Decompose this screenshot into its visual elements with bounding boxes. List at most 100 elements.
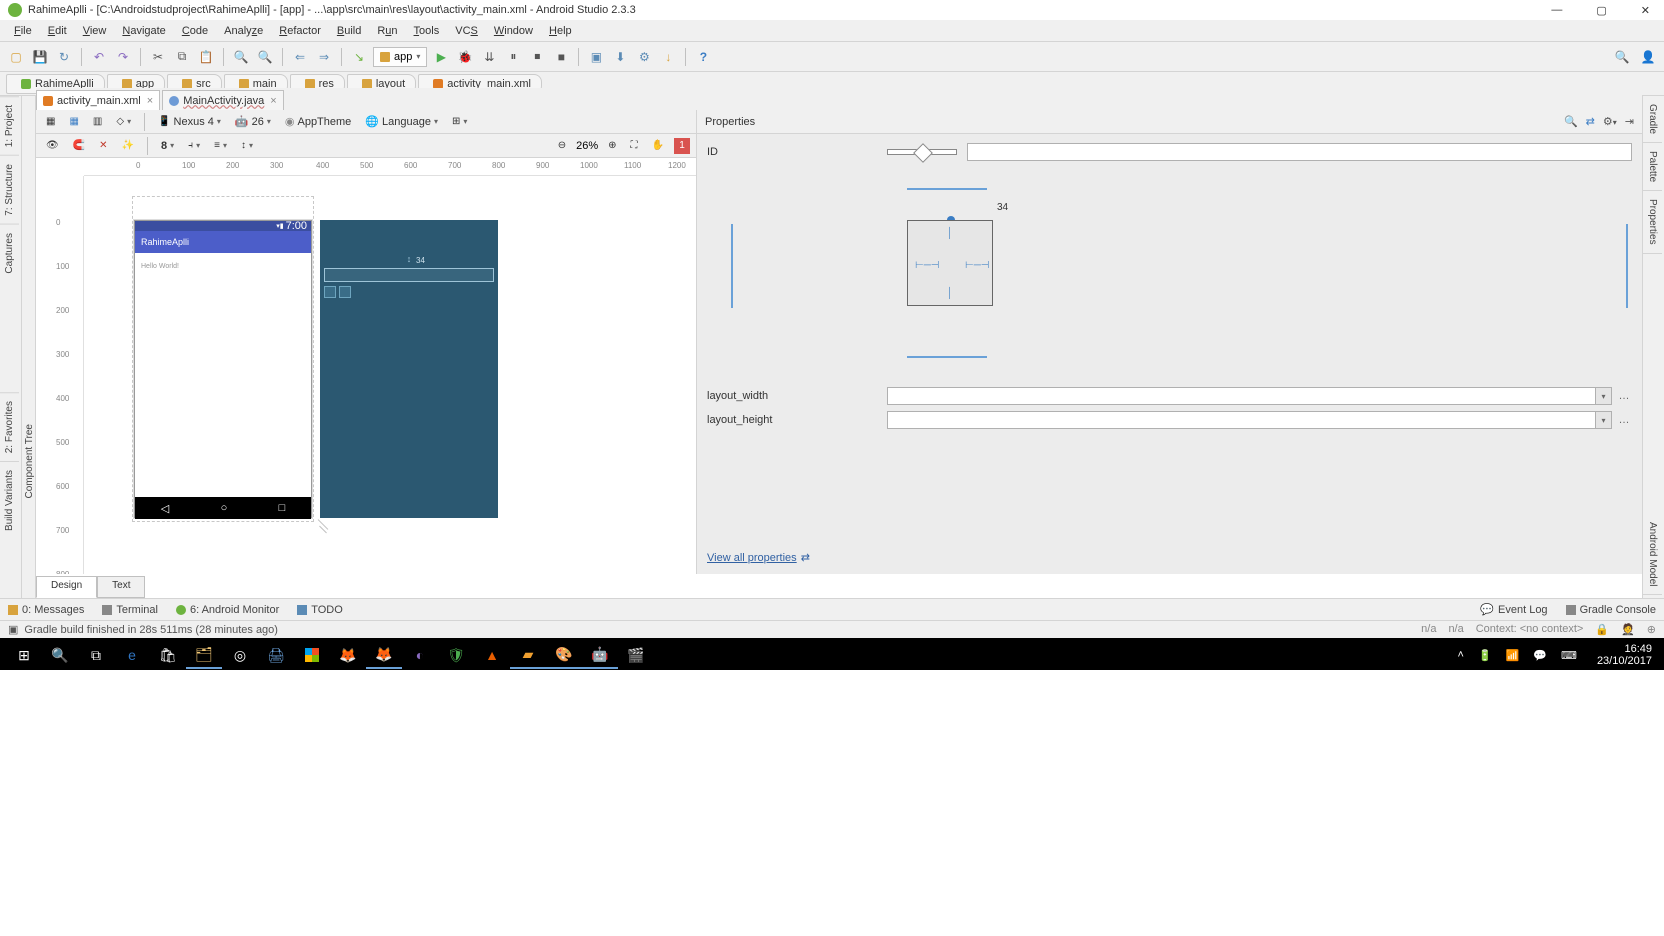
variant-icon[interactable]: ⊞▾ [448, 116, 471, 127]
menu-help[interactable]: Help [541, 23, 580, 39]
android-monitor-tool[interactable]: 6: Android Monitor [176, 604, 279, 616]
favorites-tool-tab[interactable]: 2: Favorites [0, 392, 19, 461]
color-wheel-icon[interactable]: 🎨 [546, 641, 582, 669]
align-icon[interactable]: ≡▾ [210, 140, 231, 151]
fit-icon[interactable]: ⛶ [627, 140, 642, 151]
make-icon[interactable]: ↘ [349, 47, 369, 67]
prop-collapse-icon[interactable]: ⇥ [1625, 115, 1634, 128]
captures-tool-tab[interactable]: Captures [0, 224, 19, 282]
layout-width-dropdown[interactable]: ▾ [1596, 387, 1612, 405]
layout-width-input[interactable] [887, 387, 1596, 405]
warning-badge[interactable]: 1 [674, 138, 690, 154]
edge-icon[interactable]: e [114, 641, 150, 669]
store-icon[interactable]: 🛍 [150, 641, 186, 669]
close-button[interactable]: ✕ [1635, 4, 1656, 17]
language-select[interactable]: 🌐Language▾ [361, 115, 442, 128]
resize-handle[interactable] [316, 520, 330, 534]
run-icon[interactable]: ▶ [431, 47, 451, 67]
api-select[interactable]: 🤖26▾ [231, 115, 275, 128]
menu-run[interactable]: Run [369, 23, 405, 39]
save-icon[interactable]: 💾 [30, 47, 50, 67]
help-icon[interactable]: ? [693, 47, 713, 67]
layout-height-dropdown[interactable]: ▾ [1596, 411, 1612, 429]
shield-icon[interactable]: 🛡 [438, 641, 474, 669]
printer-icon[interactable]: 🖨 [258, 641, 294, 669]
default-margin[interactable]: 8▾ [157, 140, 178, 152]
sync-gradle-icon[interactable]: ↓ [658, 47, 678, 67]
terminal-tool[interactable]: Terminal [102, 604, 158, 616]
tab-design[interactable]: Design [36, 576, 97, 598]
blueprint-view-icon[interactable]: ▥ [89, 116, 106, 127]
firefox-icon[interactable]: 🦊 [366, 641, 402, 669]
volume-icon[interactable]: 💬 [1533, 649, 1547, 662]
zoom-in-icon[interactable]: ⊕ [604, 140, 620, 151]
orientation-icon[interactable]: ◇▾ [112, 116, 135, 127]
constraint-widget[interactable]: 34 │ │ ⊢─⊣ ⊢─⊣ [707, 164, 1632, 364]
undo-icon[interactable]: ↶ [89, 47, 109, 67]
keyboard-icon[interactable]: ⌨ [1561, 649, 1577, 662]
battery-icon[interactable]: 🔋 [1478, 649, 1492, 662]
close-tab-icon[interactable]: × [147, 95, 153, 107]
menu-edit[interactable]: Edit [40, 23, 75, 39]
design-view-icon[interactable]: ▦ [65, 116, 82, 127]
sdk-icon[interactable]: ⬇ [610, 47, 630, 67]
more-icon[interactable]: … [1616, 414, 1632, 426]
menu-refactor[interactable]: Refactor [271, 23, 329, 39]
find-icon[interactable]: 🔍 [231, 47, 251, 67]
maximize-button[interactable]: ▢ [1590, 4, 1612, 17]
id-input[interactable] [967, 143, 1632, 161]
action-2-icon[interactable] [339, 286, 351, 298]
magnet-icon[interactable]: 🧲 [69, 140, 89, 151]
menu-file[interactable]: File [6, 23, 40, 39]
paste-icon[interactable]: 📋 [196, 47, 216, 67]
action-1-icon[interactable] [324, 286, 336, 298]
sync-icon[interactable]: ↻ [54, 47, 74, 67]
wifi-icon[interactable]: 📶 [1506, 649, 1520, 662]
redo-icon[interactable]: ↷ [113, 47, 133, 67]
messages-tool[interactable]: 0: Messages [8, 604, 84, 616]
feedback-icon[interactable]: ⊕ [1647, 623, 1656, 636]
android-studio-icon[interactable]: 🤖 [582, 641, 618, 669]
menu-navigate[interactable]: Navigate [114, 23, 173, 39]
stop2-icon[interactable]: ■ [551, 47, 571, 67]
start-button[interactable]: ⊞ [6, 641, 42, 669]
component-tree-tab[interactable]: Component Tree [22, 416, 37, 507]
build-variants-tool-tab[interactable]: Build Variants [0, 461, 19, 539]
eclipse-icon[interactable]: ◐ [402, 641, 438, 669]
search-icon[interactable]: 🔍 [1612, 47, 1632, 67]
search-button[interactable]: 🔍 [42, 641, 78, 669]
menu-tools[interactable]: Tools [406, 23, 448, 39]
eye-icon[interactable]: 👁 [42, 140, 63, 151]
prop-swap-icon[interactable]: ⇄ [1586, 115, 1595, 128]
clock[interactable]: 16:49 23/10/2017 [1591, 643, 1658, 667]
lock-icon[interactable]: 🔒 [1595, 623, 1609, 636]
forward-icon[interactable]: ⇒ [314, 47, 334, 67]
prop-gear-icon[interactable]: ⚙▾ [1603, 115, 1617, 128]
gradle-tool-tab[interactable]: Gradle [1643, 96, 1662, 143]
design-canvas[interactable]: 0 100 200 300 400 500 600 700 800 900 10… [36, 158, 696, 574]
menu-view[interactable]: View [75, 23, 115, 39]
horizontal-bias-slider[interactable] [887, 149, 957, 155]
properties-tool-tab[interactable]: Properties [1643, 191, 1662, 254]
device-select[interactable]: 📱Nexus 4▾ [154, 116, 225, 128]
proj-struct-icon[interactable]: ⚙ [634, 47, 654, 67]
android-model-tool-tab[interactable]: Android Model [1643, 514, 1662, 595]
phone-preview[interactable]: ▾▮7:00 RahimeAplli Hello World! ◁○□ [134, 220, 312, 518]
explorer-icon[interactable]: 🗂 [186, 641, 222, 669]
man-icon[interactable]: 🤵 [1621, 623, 1635, 636]
menu-build[interactable]: Build [329, 23, 369, 39]
media-icon[interactable]: ◎ [222, 641, 258, 669]
replace-icon[interactable]: 🔍 [255, 47, 275, 67]
restart-icon[interactable]: ⏹ [527, 47, 547, 67]
theme-select[interactable]: ◉AppTheme [281, 115, 355, 128]
attach-icon[interactable]: ⇊ [479, 47, 499, 67]
project-tool-tab[interactable]: 1: Project [0, 96, 19, 155]
copy-icon[interactable]: ⧉ [172, 47, 192, 67]
view-all-properties[interactable]: View all properties⇄ [707, 551, 810, 564]
video-icon[interactable]: 🎬 [618, 641, 654, 669]
view-mode-icon[interactable]: ▦ [42, 116, 59, 127]
more-icon[interactable]: … [1616, 390, 1632, 402]
structure-tool-tab[interactable]: 7: Structure [0, 155, 19, 224]
menu-vcs[interactable]: VCS [447, 23, 486, 39]
smart-action-icons[interactable] [324, 286, 351, 298]
